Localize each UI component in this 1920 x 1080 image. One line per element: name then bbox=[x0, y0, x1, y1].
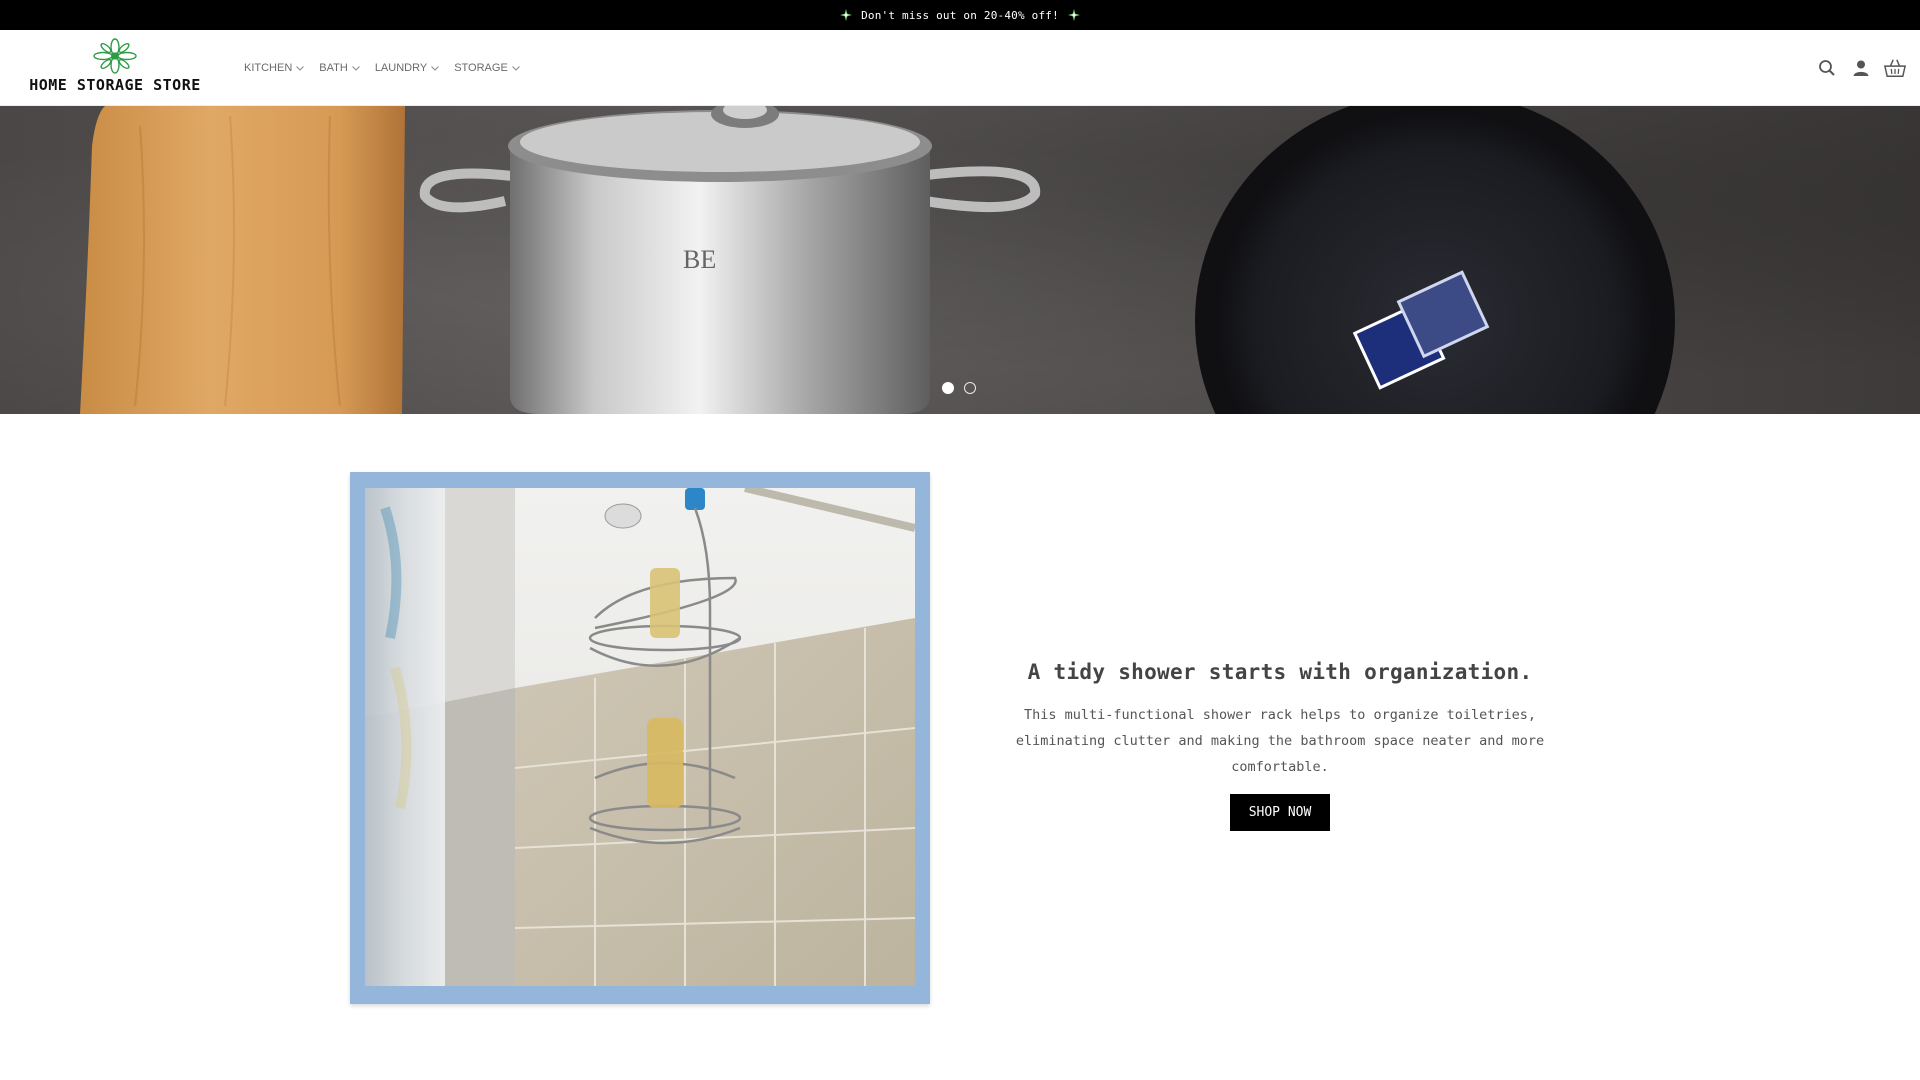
slider-dot-1[interactable] bbox=[942, 382, 954, 394]
sparkle-icon bbox=[839, 8, 853, 22]
store-name: HOME STORAGE STORE bbox=[29, 76, 201, 94]
header-actions bbox=[1816, 30, 1906, 106]
logo-mark-icon bbox=[93, 38, 137, 74]
chevron-down-icon bbox=[431, 66, 440, 71]
hero-cookware-image: BE bbox=[80, 106, 1675, 414]
chevron-down-icon bbox=[296, 66, 305, 71]
store-logo[interactable]: HOME STORAGE STORE bbox=[24, 38, 206, 100]
nav-item-kitchen[interactable]: KITCHEN bbox=[244, 62, 305, 74]
nav-item-storage[interactable]: STORAGE bbox=[454, 62, 521, 74]
slider-dot-2[interactable] bbox=[964, 382, 976, 394]
account-icon[interactable] bbox=[1850, 57, 1872, 79]
nav-item-label: BATH bbox=[319, 62, 348, 74]
nav-item-bath[interactable]: BATH bbox=[319, 62, 361, 74]
site-header: HOME STORAGE STORE KITCHEN BATH LAUNDRY … bbox=[0, 30, 1920, 106]
feature-title: A tidy shower starts with organization. bbox=[1027, 660, 1533, 684]
nav-item-laundry[interactable]: LAUNDRY bbox=[375, 62, 440, 74]
main-nav: KITCHEN BATH LAUNDRY STORAGE bbox=[244, 30, 521, 106]
feature-content: A tidy shower starts with organization. … bbox=[1000, 660, 1560, 831]
search-icon[interactable] bbox=[1816, 57, 1838, 79]
chevron-down-icon bbox=[511, 66, 520, 71]
nav-item-label: LAUNDRY bbox=[374, 62, 428, 74]
announcement-text: Don't miss out on 20-40% off! bbox=[861, 8, 1059, 22]
nav-item-label: KITCHEN bbox=[244, 62, 293, 74]
shower-rack-photo bbox=[365, 488, 915, 986]
hero-slider[interactable]: BE bbox=[0, 106, 1920, 414]
sparkle-icon bbox=[1067, 8, 1081, 22]
svg-text:BE: BE bbox=[683, 245, 716, 274]
announcement-bar: Don't miss out on 20-40% off! bbox=[0, 0, 1920, 30]
shop-now-button[interactable]: SHOP NOW bbox=[1229, 794, 1331, 831]
slider-pagination bbox=[942, 382, 976, 394]
feature-description: This multi-functional shower rack helps … bbox=[1015, 707, 1545, 775]
feature-image-frame bbox=[350, 472, 930, 1004]
chevron-down-icon bbox=[351, 66, 360, 71]
nav-item-label: STORAGE bbox=[454, 62, 508, 74]
cart-icon[interactable] bbox=[1884, 57, 1906, 79]
